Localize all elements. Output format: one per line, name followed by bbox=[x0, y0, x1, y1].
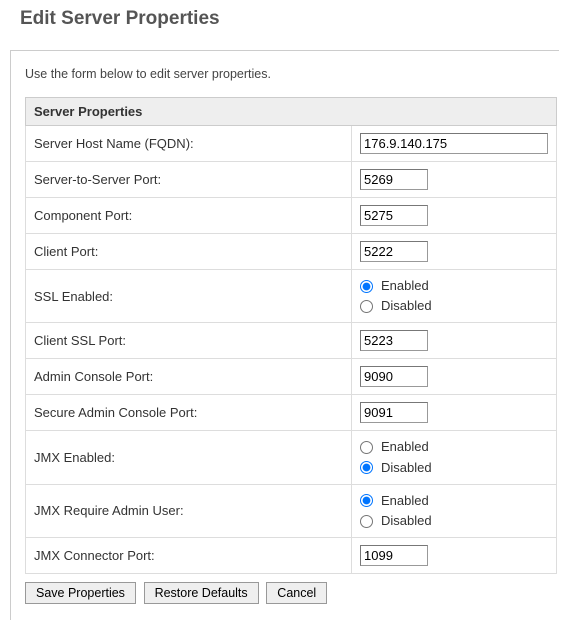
label-jmx-port: JMX Connector Port: bbox=[26, 538, 352, 574]
radio-ssl-disabled-row[interactable]: Disabled bbox=[360, 297, 548, 315]
radio-ssl-enabled-row[interactable]: Enabled bbox=[360, 277, 548, 295]
radio-ssl-disabled-label: Disabled bbox=[381, 297, 432, 315]
radio-jmx-admin-enabled[interactable] bbox=[360, 494, 373, 507]
input-host[interactable] bbox=[360, 133, 548, 154]
label-secure-admin: Secure Admin Console Port: bbox=[26, 395, 352, 431]
radio-ssl-enabled-label: Enabled bbox=[381, 277, 429, 295]
cancel-button[interactable]: Cancel bbox=[266, 582, 327, 604]
radio-jmx-admin-enabled-label: Enabled bbox=[381, 492, 429, 510]
radio-group-jmx: Enabled Disabled bbox=[360, 438, 548, 476]
radio-jmx-enabled-label: Enabled bbox=[381, 438, 429, 456]
label-host: Server Host Name (FQDN): bbox=[26, 126, 352, 162]
radio-jmx-admin-disabled[interactable] bbox=[360, 515, 373, 528]
label-jmx-enabled: JMX Enabled: bbox=[26, 431, 352, 484]
label-client: Client Port: bbox=[26, 234, 352, 270]
radio-jmx-disabled[interactable] bbox=[360, 461, 373, 474]
row-jmx-admin: JMX Require Admin User: Enabled Disabled bbox=[26, 484, 557, 537]
label-admin: Admin Console Port: bbox=[26, 359, 352, 395]
row-component: Component Port: bbox=[26, 198, 557, 234]
label-ssl-enabled: SSL Enabled: bbox=[26, 270, 352, 323]
row-client: Client Port: bbox=[26, 234, 557, 270]
input-client[interactable] bbox=[360, 241, 428, 262]
radio-ssl-disabled[interactable] bbox=[360, 300, 373, 313]
row-jmx-enabled: JMX Enabled: Enabled Disabled bbox=[26, 431, 557, 484]
row-host: Server Host Name (FQDN): bbox=[26, 126, 557, 162]
label-jmx-admin: JMX Require Admin User: bbox=[26, 484, 352, 537]
server-properties-table: Server Properties Server Host Name (FQDN… bbox=[25, 97, 557, 574]
radio-jmx-admin-enabled-row[interactable]: Enabled bbox=[360, 492, 548, 510]
radio-group-ssl: Enabled Disabled bbox=[360, 277, 548, 315]
input-s2s[interactable] bbox=[360, 169, 428, 190]
row-admin: Admin Console Port: bbox=[26, 359, 557, 395]
input-client-ssl[interactable] bbox=[360, 330, 428, 351]
label-s2s: Server-to-Server Port: bbox=[26, 162, 352, 198]
row-secure-admin: Secure Admin Console Port: bbox=[26, 395, 557, 431]
input-admin[interactable] bbox=[360, 366, 428, 387]
button-bar: Save Properties Restore Defaults Cancel bbox=[25, 582, 559, 604]
radio-jmx-enabled-row[interactable]: Enabled bbox=[360, 438, 548, 456]
input-jmx-port[interactable] bbox=[360, 545, 428, 566]
radio-jmx-enabled[interactable] bbox=[360, 441, 373, 454]
input-component[interactable] bbox=[360, 205, 428, 226]
radio-jmx-admin-disabled-row[interactable]: Disabled bbox=[360, 512, 548, 530]
section-header: Server Properties bbox=[26, 98, 557, 126]
intro-text: Use the form below to edit server proper… bbox=[25, 67, 559, 81]
save-button[interactable]: Save Properties bbox=[25, 582, 136, 604]
label-client-ssl: Client SSL Port: bbox=[26, 323, 352, 359]
input-secure-admin[interactable] bbox=[360, 402, 428, 423]
server-properties-panel: Use the form below to edit server proper… bbox=[10, 50, 559, 620]
row-client-ssl: Client SSL Port: bbox=[26, 323, 557, 359]
radio-jmx-disabled-label: Disabled bbox=[381, 459, 432, 477]
radio-ssl-enabled[interactable] bbox=[360, 280, 373, 293]
row-ssl-enabled: SSL Enabled: Enabled Disabled bbox=[26, 270, 557, 323]
row-jmx-port: JMX Connector Port: bbox=[26, 538, 557, 574]
radio-group-jmx-admin: Enabled Disabled bbox=[360, 492, 548, 530]
radio-jmx-admin-disabled-label: Disabled bbox=[381, 512, 432, 530]
row-s2s: Server-to-Server Port: bbox=[26, 162, 557, 198]
restore-button[interactable]: Restore Defaults bbox=[144, 582, 259, 604]
page-title: Edit Server Properties bbox=[20, 8, 570, 30]
radio-jmx-disabled-row[interactable]: Disabled bbox=[360, 459, 548, 477]
label-component: Component Port: bbox=[26, 198, 352, 234]
